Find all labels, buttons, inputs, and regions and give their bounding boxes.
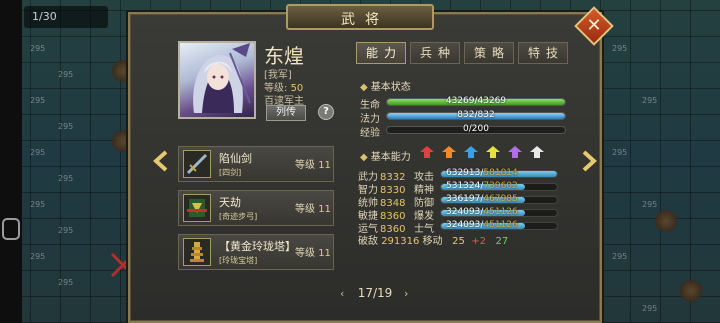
map-number: 295 bbox=[642, 96, 658, 105]
equipment-level: 等级 11 bbox=[295, 248, 331, 259]
map-number: 295 bbox=[30, 148, 46, 157]
tab-troops[interactable]: 兵种 bbox=[410, 42, 460, 64]
map-number: 295 bbox=[30, 200, 46, 209]
tab-skills[interactable]: 特技 bbox=[518, 42, 568, 64]
prev-general-arrow-icon[interactable] bbox=[152, 150, 170, 172]
equipment-name: 天劫 bbox=[219, 196, 241, 209]
page-indicator: 17/19 bbox=[357, 286, 393, 300]
equipment-level: 等级 11 bbox=[295, 204, 331, 215]
diamond-icon: ◆ bbox=[360, 82, 368, 93]
basic-status-header: ◆ 基本状态 bbox=[360, 82, 411, 93]
ability-sub-value: 531324/739602 bbox=[446, 181, 518, 191]
tab-ability[interactable]: 能力 bbox=[356, 42, 406, 64]
panel-title: 武将 bbox=[286, 4, 434, 30]
equipment-slot-weapon[interactable]: 陷仙剑 [四剑] 等级 11 bbox=[178, 146, 334, 182]
next-general-arrow-icon[interactable] bbox=[580, 150, 598, 172]
equipment-slot-armor[interactable]: 天劫 [奇迹步弓] 等级 11 bbox=[178, 190, 334, 226]
phone-icon[interactable] bbox=[2, 218, 20, 240]
ability-arrow-icon bbox=[464, 146, 478, 158]
diamond-icon: ◆ bbox=[360, 152, 368, 163]
sword-icon bbox=[183, 150, 211, 178]
hp-label: 生命 bbox=[360, 100, 380, 111]
ability-sub-value: 324093/451126 bbox=[446, 207, 518, 217]
ability-arrow-icon bbox=[442, 146, 456, 158]
map-number: 295 bbox=[30, 252, 46, 261]
mp-label: 法力 bbox=[360, 114, 380, 125]
move-bonus: +2 bbox=[471, 236, 486, 247]
break-value: 291316 bbox=[381, 236, 420, 247]
tab-strategy[interactable]: 策略 bbox=[464, 42, 514, 64]
pagoda-icon bbox=[183, 238, 211, 266]
help-button[interactable]: ? bbox=[318, 104, 334, 120]
ability-sub-value: 632913/581014 bbox=[446, 168, 518, 178]
biography-button[interactable]: 列传 bbox=[266, 105, 306, 121]
ability-arrows[interactable] bbox=[420, 146, 550, 160]
move-total: 27 bbox=[495, 236, 509, 247]
map-number: 295 bbox=[58, 226, 74, 235]
map-number: 295 bbox=[612, 252, 628, 261]
map-number: 295 bbox=[58, 278, 74, 287]
map-number: 295 bbox=[612, 44, 628, 53]
ability-arrow-icon bbox=[486, 146, 500, 158]
ability-header: ◆ 基本能力 bbox=[360, 152, 411, 163]
map-number: 295 bbox=[58, 122, 74, 131]
side-strip bbox=[0, 0, 22, 323]
equipment-slot-treasure[interactable]: 【黄金玲珑塔】 [玲珑宝塔] 等级 11 bbox=[178, 234, 334, 270]
move-value: 25 bbox=[452, 236, 465, 247]
close-icon: ✕ bbox=[586, 15, 602, 36]
ability-sub-value: 336197/467985 bbox=[446, 194, 518, 204]
map-number: 295 bbox=[642, 200, 658, 209]
ability-arrow-icon bbox=[508, 146, 522, 158]
ability-arrow-icon bbox=[420, 146, 434, 158]
map-number: 295 bbox=[642, 304, 658, 313]
unit-marker[interactable] bbox=[655, 210, 677, 232]
exp-label: 经验 bbox=[360, 128, 380, 139]
rune-icon bbox=[183, 194, 211, 222]
equipment-type: [四剑] bbox=[219, 168, 242, 177]
hp-value: 43269/43269 bbox=[445, 96, 507, 106]
pager-next-button[interactable]: › bbox=[404, 287, 408, 300]
equipment-level: 等级 11 bbox=[295, 160, 331, 171]
general-name: 东煌 bbox=[264, 44, 304, 68]
mp-value: 832/832 bbox=[457, 110, 495, 120]
turn-counter: 1/30 bbox=[24, 6, 108, 28]
map-number: 295 bbox=[58, 70, 74, 79]
map-number: 295 bbox=[30, 44, 46, 53]
ability-sub-value: 324093/451126 bbox=[446, 220, 518, 230]
map-number: 295 bbox=[58, 174, 74, 183]
equipment-name: 【黄金玲珑塔】 bbox=[219, 240, 296, 253]
map-number: 295 bbox=[30, 96, 46, 105]
general-portrait bbox=[178, 41, 256, 119]
move-label: 移动 bbox=[422, 236, 443, 247]
unit-marker[interactable] bbox=[680, 280, 702, 302]
map-number: 295 bbox=[612, 148, 628, 157]
ability-arrow-icon bbox=[530, 146, 544, 158]
break-move-line: 破敌 291316 移动 25 +2 27 bbox=[358, 236, 509, 247]
equipment-name: 陷仙剑 bbox=[219, 152, 252, 165]
equipment-type: [奇迹步弓] bbox=[219, 212, 258, 221]
exp-value: 0/200 bbox=[463, 124, 489, 134]
equipment-type: [玲珑宝塔] bbox=[219, 256, 258, 265]
